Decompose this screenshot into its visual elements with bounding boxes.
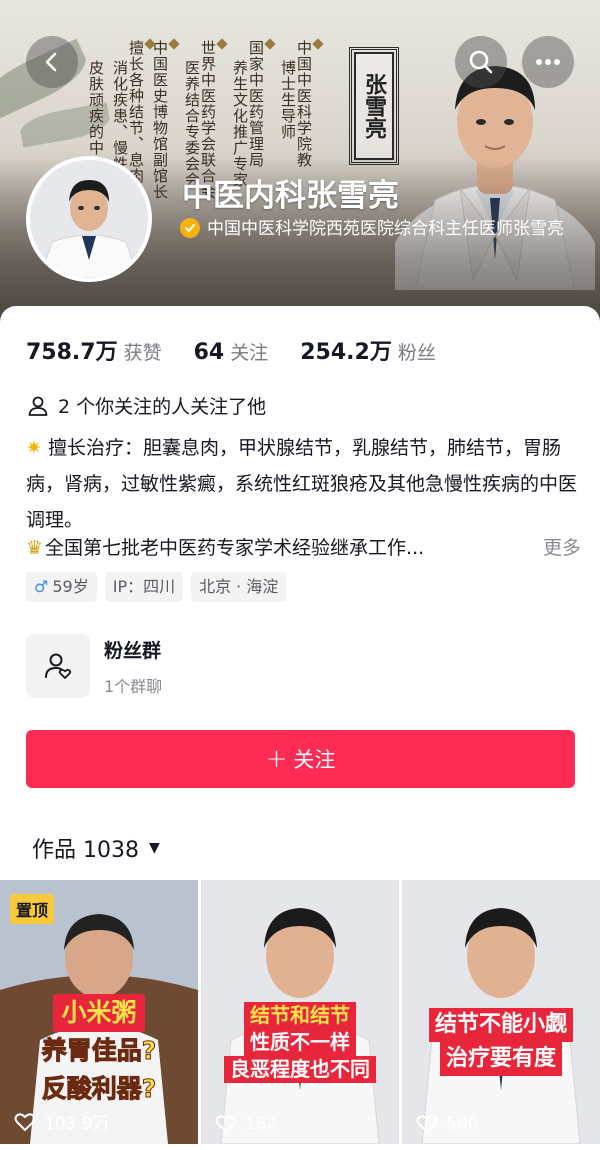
caption-line: 养胃佳品? <box>41 1036 157 1066</box>
video-tile[interactable]: 结节不能小觑 治疗要有度 500 <box>402 880 600 1144</box>
more-options-button[interactable] <box>522 36 574 88</box>
avatar[interactable] <box>26 156 152 282</box>
credential-column: 中国中医科学院教 <box>295 38 324 168</box>
profile-banner: 中国中医科学院教 博士生导师 国家中医药管理局 养生文化推广专家 世界中医药学会… <box>0 0 600 330</box>
follow-button[interactable]: + 关注 <box>26 730 575 788</box>
caption-line: 治疗要有度 <box>439 1042 562 1076</box>
video-grid: 置顶 小米粥 养胃佳品? 反酸利器? 103.9万 结节和结节 性质不一样 良恶… <box>0 880 600 1150</box>
profile-tags: ♂ 59岁 IP：四川 北京 · 海淀 <box>26 572 294 602</box>
likes-value: 103.9万 <box>44 1114 110 1134</box>
video-caption: 结节和结节 性质不一样 良恶程度也不同 <box>201 1002 399 1083</box>
verified-badge-icon <box>180 218 200 238</box>
heart-icon <box>416 1115 438 1133</box>
age-tag: ♂ 59岁 <box>26 572 97 602</box>
caption-line: 小米粥 <box>53 994 145 1032</box>
works-title: 作品 1038 <box>32 838 139 863</box>
trophy-icon: ♛ <box>26 537 44 559</box>
profile-stats: 758.7万 获赞 64 关注 254.2万 粉丝 <box>26 334 468 366</box>
sparkle-icon: ✷ <box>26 437 42 459</box>
plus-icon: + <box>265 744 288 774</box>
back-button[interactable] <box>26 36 78 88</box>
male-icon: ♂ <box>34 577 49 596</box>
followers-count[interactable]: 254.2万 <box>300 334 392 366</box>
credential-column: 消化疾患、慢性 <box>111 60 129 172</box>
caption-line: 结节和结节 <box>244 1002 356 1029</box>
video-tile[interactable]: 置顶 小米粥 养胃佳品? 反酸利器? 103.9万 <box>0 880 198 1144</box>
heart-icon <box>215 1115 237 1133</box>
fan-group-icon <box>26 634 90 698</box>
caption-line: 反酸利器? <box>41 1074 157 1104</box>
name-seal: 张雪亮 <box>349 47 399 165</box>
followers-label[interactable]: 粉丝 <box>398 338 436 365</box>
location-tag: 北京 · 海淀 <box>191 572 287 602</box>
video-tile[interactable]: 结节和结节 性质不一样 良恶程度也不同 182 <box>201 880 399 1144</box>
bio-line: 全国第七批老中医药专家学术经验继承工作... <box>45 537 425 559</box>
following-count[interactable]: 64 <box>194 340 225 365</box>
likes-value: 182 <box>245 1114 278 1134</box>
following-label[interactable]: 关注 <box>230 338 268 365</box>
verification-text: 中国中医科学院西苑医院综合科主任医师张雪亮 <box>207 219 564 239</box>
caption-line: 性质不一样 <box>244 1029 356 1056</box>
credential-column: 国家中医药管理局 <box>247 38 276 168</box>
video-caption: 结节不能小觑 治疗要有度 <box>402 1008 600 1076</box>
search-icon <box>469 50 493 74</box>
likes-label: 获赞 <box>123 342 162 364</box>
bio-line: 擅长治疗：胆囊息肉，甲状腺结节，乳腺结节，肺结节，胃肠病，肾病，过敏性紫癜，系统… <box>26 437 578 531</box>
credential-column: 博士生导师 <box>279 60 297 140</box>
caption-line: 良恶程度也不同 <box>224 1056 376 1083</box>
fan-group-title: 粉丝群 <box>104 639 162 662</box>
caption-line: 结节不能小觑 <box>428 1008 573 1042</box>
bio-honors: ♛ 全国第七批老中医药专家学术经验继承工作... 更多 <box>26 530 581 566</box>
video-likes: 103.9万 <box>14 1109 110 1134</box>
bio-specialties: ✷ 擅长治疗：胆囊息肉，甲状腺结节，乳腺结节，肺结节，胃肠病，肾病，过敏性紫癜，… <box>26 430 581 538</box>
likes-value: 500 <box>446 1114 479 1134</box>
mutual-follow-note[interactable]: 2 个你关注的人关注了他 <box>26 392 266 419</box>
video-likes: 500 <box>416 1114 478 1134</box>
caret-down-icon: ▼ <box>148 840 160 856</box>
fan-group-subtitle: 1个群聊 <box>104 676 163 696</box>
more-dots-icon <box>536 59 560 65</box>
fan-group-entry[interactable]: 粉丝群 1个群聊 <box>26 634 162 698</box>
video-likes: 182 <box>215 1114 277 1134</box>
avatar-image <box>30 160 148 278</box>
likes-count: 758.7万 <box>26 340 118 365</box>
pinned-badge: 置顶 <box>10 894 55 924</box>
age-text: 59岁 <box>52 577 89 596</box>
works-tab[interactable]: 作品 1038 ▼ <box>32 832 160 864</box>
verification-info: 中国中医科学院西苑医院综合科主任医师张雪亮 <box>180 216 580 242</box>
heart-icon <box>14 1112 36 1131</box>
mutual-follow-text: 2 个你关注的人关注了他 <box>58 396 267 418</box>
search-button[interactable] <box>455 36 507 88</box>
bio-more-link[interactable]: 更多 <box>543 530 581 566</box>
profile-card: 758.7万 获赞 64 关注 254.2万 粉丝 2 个你关注的人关注了他 ✷… <box>0 306 600 1150</box>
ip-tag: IP：四川 <box>104 572 184 602</box>
profile-name: 中医内科张雪亮 <box>182 178 399 214</box>
chevron-left-icon <box>45 52 57 72</box>
fan-group-text: 粉丝群 1个群聊 <box>104 636 162 697</box>
follow-button-label: 关注 <box>293 748 336 772</box>
person-icon <box>28 396 48 416</box>
video-caption: 小米粥 养胃佳品? 反酸利器? <box>0 994 198 1108</box>
